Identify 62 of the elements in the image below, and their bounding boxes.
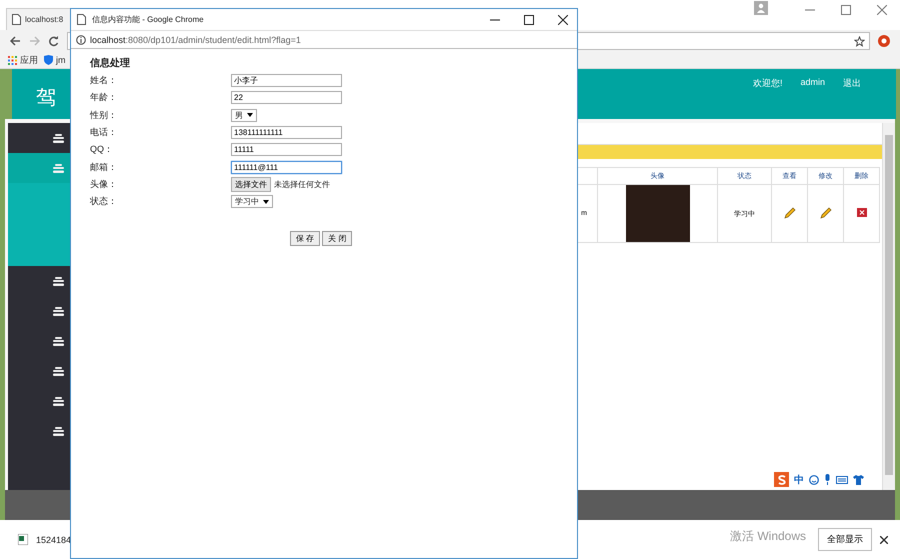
photo-placeholder [626, 185, 690, 242]
close-icon[interactable] [880, 536, 888, 544]
smiley-icon[interactable] [809, 474, 819, 484]
input-field[interactable]: 111111@111 [231, 160, 342, 174]
stack-icon [53, 426, 64, 436]
page-icon [12, 14, 21, 25]
caret-icon [263, 200, 269, 204]
input-field[interactable]: 22 [231, 91, 342, 104]
url-text: localhost:8080/dp101/admin/student/edit.html?flag=1 [90, 34, 301, 44]
form-heading: 信息处理 [90, 56, 131, 70]
stack-icon [53, 164, 64, 172]
microphone-icon[interactable] [824, 474, 831, 485]
bookmark-item[interactable]: 应用 [8, 54, 38, 66]
info-icon [76, 34, 86, 44]
stack-icon [53, 276, 64, 286]
scrollbar[interactable] [882, 123, 895, 490]
field-label: 性别： [90, 108, 118, 122]
apps-grid-icon [8, 56, 17, 64]
ime-logo-icon[interactable] [774, 472, 789, 487]
stack-icon [53, 396, 64, 406]
bookmark-item[interactable]: jm [44, 55, 66, 65]
shield-icon [44, 55, 53, 65]
spreadsheet-icon [18, 534, 28, 545]
field-label: QQ： [90, 143, 114, 156]
site-logo: 驾 [36, 86, 56, 111]
field-label: 年龄： [90, 91, 118, 104]
reload-icon[interactable] [48, 36, 59, 46]
shirt-icon[interactable] [853, 474, 864, 484]
maximize-icon[interactable] [524, 14, 534, 24]
field-label: 邮箱： [90, 160, 118, 174]
close-icon[interactable] [558, 14, 568, 24]
close-button[interactable]: 关 闭 [322, 231, 352, 246]
window-title: 信息内容功能 - Google Chrome [92, 14, 204, 25]
delete-icon[interactable] [856, 208, 866, 217]
star-icon[interactable] [854, 36, 865, 46]
field-label: 状态： [90, 195, 118, 208]
choose-file-button[interactable]: 选择文件 [231, 176, 271, 192]
input-field[interactable]: 小李子 [231, 74, 342, 88]
download-filename[interactable]: 1524184 [36, 534, 72, 544]
input-field[interactable]: 11111 [231, 143, 342, 156]
show-all-button[interactable]: 全部显示 [818, 528, 872, 551]
welcome-text: 欢迎您! [752, 77, 782, 90]
field-label: 头像： [90, 178, 118, 191]
dropdown[interactable]: 学习中 [231, 195, 273, 208]
dropdown[interactable]: 男 [231, 108, 257, 122]
stack-icon [53, 134, 64, 142]
input-field[interactable]: 138111111111 [231, 126, 342, 140]
back-icon[interactable] [10, 36, 21, 46]
keyboard-icon[interactable] [836, 476, 848, 484]
field-label: 姓名： [90, 74, 118, 88]
stack-icon [53, 336, 64, 346]
file-status-text: 未选择任何文件 [274, 178, 330, 190]
input-mode-toggle[interactable]: 中 [794, 472, 804, 486]
pencil-icon[interactable] [784, 206, 796, 218]
activation-notice: 激活 Windows [730, 528, 806, 545]
pencil-icon[interactable] [820, 206, 832, 218]
extension-icon[interactable] [878, 35, 890, 47]
stack-icon [53, 366, 64, 376]
save-button[interactable]: 保 存 [290, 231, 320, 246]
stack-icon [53, 306, 64, 316]
page-icon [77, 14, 86, 25]
field-label: 电话： [90, 126, 118, 140]
